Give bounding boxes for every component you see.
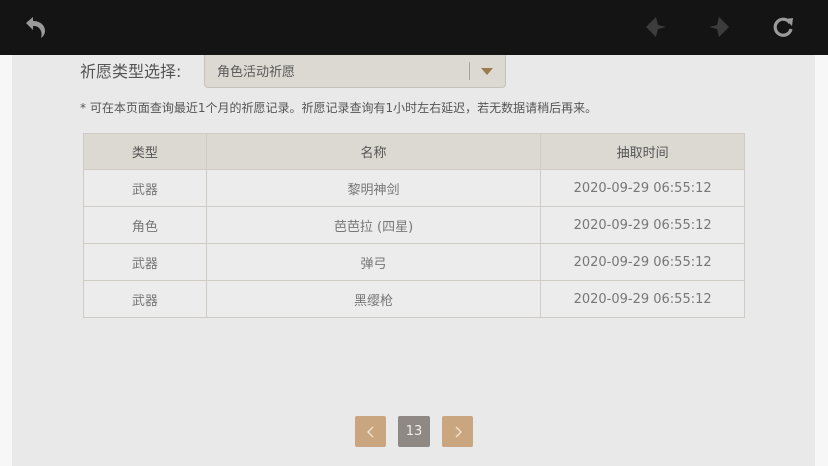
- cell-name: 黎明神剑: [205, 169, 542, 207]
- table-header-row: 类型 名称 抽取时间: [83, 133, 745, 170]
- cell-time: 2020-09-29 06:55:12: [540, 280, 745, 318]
- back-arrow-icon: [26, 17, 45, 38]
- back-button[interactable]: [20, 12, 50, 42]
- wish-type-select[interactable]: 角色活动祈愿: [204, 55, 506, 88]
- prev-page-button[interactable]: [355, 416, 386, 447]
- cell-name: 弹弓: [205, 243, 542, 281]
- cell-name: 芭芭拉 (四星): [205, 206, 542, 244]
- chevron-down-icon: [481, 68, 493, 75]
- cell-time: 2020-09-29 06:55:12: [540, 243, 745, 281]
- left-margin: [0, 55, 12, 466]
- refresh-icon: [773, 17, 793, 37]
- refresh-button[interactable]: [768, 12, 798, 42]
- cell-type: 武器: [83, 280, 207, 318]
- chevron-right-icon: [455, 426, 462, 437]
- wish-history-table: 类型 名称 抽取时间 武器 黎明神剑 2020-09-29 06:55:12 角…: [83, 133, 745, 318]
- table-row: 武器 黑缨枪 2020-09-29 06:55:12: [83, 280, 745, 318]
- header-name: 名称: [205, 133, 542, 170]
- prev-item-button[interactable]: [641, 12, 671, 42]
- current-page-indicator: 13: [398, 416, 430, 447]
- cell-time: 2020-09-29 06:55:12: [540, 169, 745, 207]
- next-page-button[interactable]: [442, 416, 473, 447]
- table-row: 武器 黎明神剑 2020-09-29 06:55:12: [83, 169, 745, 207]
- select-divider: [469, 62, 470, 80]
- filter-label: 祈愿类型选择:: [80, 62, 182, 81]
- cell-time: 2020-09-29 06:55:12: [540, 206, 745, 244]
- right-margin: [815, 55, 828, 466]
- cell-type: 武器: [83, 169, 207, 207]
- header-type: 类型: [83, 133, 207, 170]
- diamond-left-icon: [646, 17, 666, 37]
- wish-type-selected-value: 角色活动祈愿: [217, 65, 296, 80]
- next-item-button[interactable]: [704, 12, 734, 42]
- cell-name: 黑缨枪: [205, 280, 542, 318]
- header-time: 抽取时间: [540, 133, 745, 170]
- table-row: 武器 弹弓 2020-09-29 06:55:12: [83, 243, 745, 281]
- cell-type: 角色: [83, 206, 207, 244]
- top-bar: [0, 0, 828, 55]
- diamond-right-icon: [709, 17, 729, 37]
- notice-text: * 可在本页面查询最近1个月的祈愿记录。祈愿记录查询有1小时左右延迟，若无数据请…: [80, 101, 598, 115]
- table-row: 角色 芭芭拉 (四星) 2020-09-29 06:55:12: [83, 206, 745, 244]
- chevron-left-icon: [366, 426, 373, 437]
- cell-type: 武器: [83, 243, 207, 281]
